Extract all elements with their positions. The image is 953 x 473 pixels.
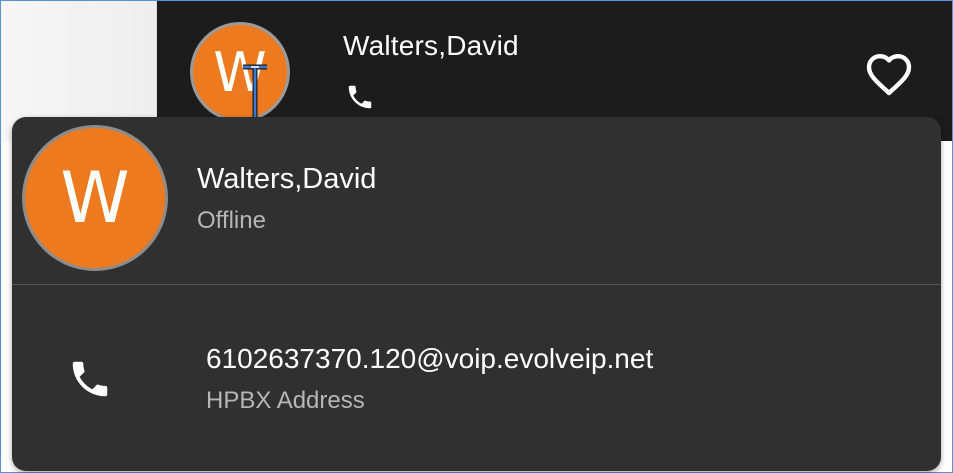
hpbx-address-label: HPBX Address bbox=[206, 387, 365, 414]
header-contact-name: Walters,David bbox=[343, 30, 519, 61]
contact-avatar: W bbox=[22, 125, 168, 271]
contact-name: Walters,David bbox=[197, 163, 377, 195]
presence-status: Offline bbox=[197, 207, 266, 234]
heart-outline-icon[interactable] bbox=[864, 52, 914, 96]
divider bbox=[12, 284, 941, 285]
phone-icon[interactable] bbox=[345, 82, 375, 112]
contact-avatar-initial: W bbox=[60, 157, 130, 239]
phone-icon bbox=[72, 361, 108, 397]
hpbx-address[interactable]: 6102637370.120@voip.evolveip.net bbox=[206, 343, 653, 375]
